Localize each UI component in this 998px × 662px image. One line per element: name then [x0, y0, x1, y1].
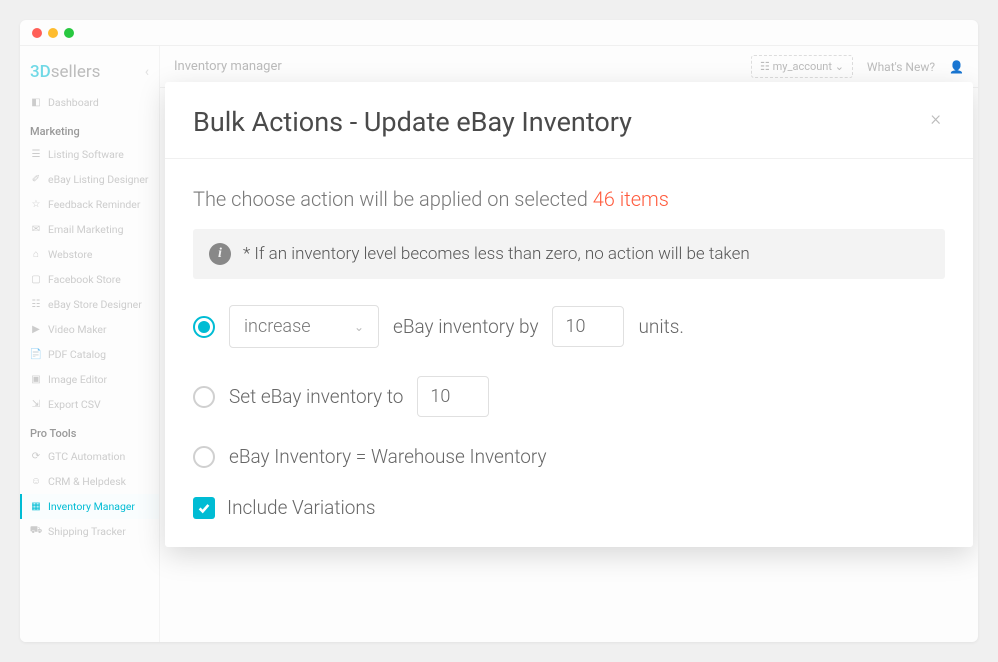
sidebar-item-export[interactable]: ⇲ Export CSV: [20, 392, 159, 417]
facebook-icon: ▢: [30, 274, 42, 286]
info-banner: i * If an inventory level becomes less t…: [193, 229, 945, 279]
modal-body: The choose action will be applied on sel…: [165, 159, 973, 519]
sidebar-item-shipping[interactable]: ⛟ Shipping Tracker: [20, 519, 159, 544]
pdf-icon: 📄: [30, 349, 42, 361]
sidebar-item-label: GTC Automation: [48, 450, 125, 463]
check-icon: [197, 501, 211, 515]
star-icon: ☆: [30, 199, 42, 211]
window-titlebar: [20, 20, 978, 46]
sidebar-item-label: Listing Software: [48, 148, 124, 161]
image-icon: ▣: [30, 374, 42, 386]
modal-header: Bulk Actions - Update eBay Inventory ×: [165, 82, 973, 159]
sidebar-item-label: Export CSV: [48, 398, 101, 411]
shipping-icon: ⛟: [30, 526, 42, 538]
sidebar-item-label: Inventory Manager: [48, 500, 135, 513]
option-increase-decrease: increase ⌄ eBay inventory by units.: [193, 305, 945, 348]
logo-prefix: 3D: [30, 62, 51, 82]
sidebar-item-feedback[interactable]: ☆ Feedback Reminder: [20, 192, 159, 217]
sidebar-item-email[interactable]: ✉ Email Marketing: [20, 217, 159, 242]
brush-icon: ✐: [30, 174, 42, 186]
info-text: * If an inventory level becomes less tha…: [243, 244, 750, 264]
sidebar-item-inventory[interactable]: ▦ Inventory Manager: [20, 494, 159, 519]
sidebar-item-label: Feedback Reminder: [48, 198, 140, 211]
action-summary: The choose action will be applied on sel…: [193, 187, 945, 211]
option-set-to: Set eBay inventory to: [193, 376, 945, 417]
main-area: Inventory manager ☷ my_account ⌄ What's …: [160, 46, 978, 642]
sidebar-item-label: Image Editor: [48, 373, 107, 386]
app-window: 3Dsellers ‹ ◧ Dashboard Marketing ☰ Listin…: [20, 20, 978, 642]
modal-close-button[interactable]: ×: [927, 106, 945, 130]
window-minimize-icon[interactable]: [48, 28, 58, 38]
sidebar-item-video[interactable]: ▶ Video Maker: [20, 317, 159, 342]
storefront-icon: ☷: [30, 299, 42, 311]
modal-backdrop: Bulk Actions - Update eBay Inventory × T…: [160, 46, 978, 642]
sidebar-item-facebook[interactable]: ▢ Facebook Store: [20, 267, 159, 292]
sidebar-item-label: Email Marketing: [48, 223, 124, 236]
sidebar-item-listing-software[interactable]: ☰ Listing Software: [20, 142, 159, 167]
include-variations-row: Include Variations: [193, 496, 945, 519]
increase-amount-input[interactable]: [552, 306, 624, 347]
option1-mid-text: eBay inventory by: [393, 315, 538, 338]
sidebar: 3Dsellers ‹ ◧ Dashboard Marketing ☰ Listin…: [20, 46, 160, 642]
sidebar-item-pdf[interactable]: 📄 PDF Catalog: [20, 342, 159, 367]
sidebar-item-label: Dashboard: [48, 96, 99, 109]
sidebar-item-store-designer[interactable]: ☷ eBay Store Designer: [20, 292, 159, 317]
modal-title: Bulk Actions - Update eBay Inventory: [193, 106, 632, 138]
store-icon: ⌂: [30, 249, 42, 261]
export-icon: ⇲: [30, 399, 42, 411]
select-value: increase: [244, 316, 311, 337]
sidebar-item-crm[interactable]: ☺ CRM & Helpdesk: [20, 469, 159, 494]
increase-decrease-select[interactable]: increase ⌄: [229, 305, 379, 348]
sidebar-item-label: Shipping Tracker: [48, 525, 126, 538]
radio-warehouse[interactable]: [193, 446, 215, 468]
info-icon: i: [209, 243, 231, 265]
sidebar-item-image[interactable]: ▣ Image Editor: [20, 367, 159, 392]
set-to-amount-input[interactable]: [417, 376, 489, 417]
sidebar-item-label: PDF Catalog: [48, 348, 106, 361]
sidebar-group-pro: Pro Tools: [20, 417, 159, 444]
sidebar-item-dashboard[interactable]: ◧ Dashboard: [20, 90, 159, 115]
sidebar-item-label: Video Maker: [48, 323, 107, 336]
sidebar-group-marketing: Marketing: [20, 115, 159, 142]
option3-text: eBay Inventory = Warehouse Inventory: [229, 445, 547, 468]
summary-count: 46 items: [593, 187, 669, 211]
option1-suffix: units.: [638, 315, 683, 338]
sidebar-item-label: CRM & Helpdesk: [48, 475, 126, 488]
inventory-icon: ▦: [30, 501, 42, 513]
sidebar-item-gtc[interactable]: ⟳ GTC Automation: [20, 444, 159, 469]
logo-suffix: sellers: [51, 62, 101, 82]
summary-prefix: The choose action will be applied on sel…: [193, 187, 593, 211]
option2-prefix: Set eBay inventory to: [229, 385, 403, 408]
helpdesk-icon: ☺: [30, 476, 42, 488]
radio-set-to[interactable]: [193, 386, 215, 408]
sidebar-item-label: eBay Listing Designer: [48, 173, 148, 186]
radio-increase[interactable]: [193, 316, 215, 338]
sidebar-item-label: eBay Store Designer: [48, 298, 142, 311]
bulk-actions-modal: Bulk Actions - Update eBay Inventory × T…: [165, 82, 973, 547]
chevron-down-icon: ⌄: [354, 320, 364, 334]
sidebar-collapse-icon[interactable]: ‹: [145, 64, 149, 80]
window-close-icon[interactable]: [32, 28, 42, 38]
include-variations-checkbox[interactable]: [193, 497, 215, 519]
sidebar-item-label: Facebook Store: [48, 273, 121, 286]
mail-icon: ✉: [30, 224, 42, 236]
sidebar-item-listing-designer[interactable]: ✐ eBay Listing Designer: [20, 167, 159, 192]
app-body: 3Dsellers ‹ ◧ Dashboard Marketing ☰ Listin…: [20, 46, 978, 642]
app-logo: 3Dsellers ‹: [20, 54, 159, 90]
sidebar-item-label: Webstore: [48, 248, 92, 261]
automation-icon: ⟳: [30, 451, 42, 463]
dashboard-icon: ◧: [30, 97, 42, 109]
video-icon: ▶: [30, 324, 42, 336]
include-variations-label: Include Variations: [227, 496, 375, 519]
sidebar-item-webstore[interactable]: ⌂ Webstore: [20, 242, 159, 267]
list-icon: ☰: [30, 149, 42, 161]
window-maximize-icon[interactable]: [64, 28, 74, 38]
option-equal-warehouse: eBay Inventory = Warehouse Inventory: [193, 445, 945, 468]
